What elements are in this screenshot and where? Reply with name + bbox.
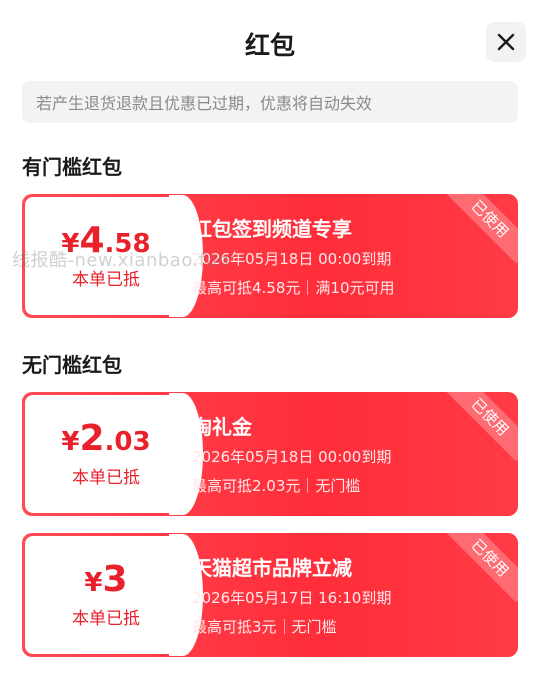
coupon-expiry: 2026年05月18日 00:00到期 xyxy=(192,250,392,268)
threshold: 无门槛 xyxy=(315,477,361,495)
page-title: 红包 xyxy=(244,31,295,60)
coupon-card[interactable]: ¥3 本单已抵 天猫超市品牌立减 2026年05月17日 16:10到期 最高可… xyxy=(22,533,518,657)
max-deduct: 最高可抵2.03元 xyxy=(192,477,301,495)
coupon-terms: 最高可抵4.58元 满10元可用 xyxy=(192,277,395,298)
section-title-threshold: 有门槛红包 xyxy=(22,155,122,179)
coupon-amount-panel: ¥2.03 本单已抵 xyxy=(25,393,203,515)
divider xyxy=(307,280,309,295)
max-deduct: 最高可抵4.58元 xyxy=(192,279,301,297)
expiry-notice: 若产生退货退款且优惠已过期，优惠将自动失效 xyxy=(22,81,518,123)
close-icon xyxy=(497,33,515,51)
coupon-amount-panel: ¥3 本单已抵 xyxy=(25,534,203,656)
coupon-expiry: 2026年05月17日 16:10到期 xyxy=(192,589,392,607)
divider xyxy=(307,478,309,493)
coupon-name: 天猫超市品牌立减 xyxy=(192,556,352,580)
coupon-amount: ¥4.58 xyxy=(61,219,151,261)
divider xyxy=(283,619,285,634)
header: 红包 xyxy=(0,0,540,82)
threshold: 无门槛 xyxy=(291,618,337,636)
deducted-label: 本单已抵 xyxy=(72,608,140,629)
coupon-name: 红包签到频道专享 xyxy=(192,217,352,241)
threshold: 满10元可用 xyxy=(315,279,395,297)
coupon-terms: 最高可抵3元 无门槛 xyxy=(192,616,337,637)
deducted-label: 本单已抵 xyxy=(72,269,140,290)
coupon-card[interactable]: ¥2.03 本单已抵 淘礼金 2026年05月18日 00:00到期 最高可抵2… xyxy=(22,392,518,516)
coupon-card[interactable]: ¥4.58 本单已抵 红包签到频道专享 2026年05月18日 00:00到期 … xyxy=(22,194,518,318)
coupon-amount-panel: ¥4.58 本单已抵 xyxy=(25,195,203,317)
deducted-label: 本单已抵 xyxy=(72,467,140,488)
coupon-terms: 最高可抵2.03元 无门槛 xyxy=(192,475,360,496)
close-button[interactable] xyxy=(486,22,526,62)
coupon-name: 淘礼金 xyxy=(192,415,252,439)
coupon-expiry: 2026年05月18日 00:00到期 xyxy=(192,448,392,466)
coupon-amount: ¥3 xyxy=(84,558,128,600)
section-title-no-threshold: 无门槛红包 xyxy=(22,353,122,377)
max-deduct: 最高可抵3元 xyxy=(192,618,277,636)
coupon-amount: ¥2.03 xyxy=(61,417,151,459)
